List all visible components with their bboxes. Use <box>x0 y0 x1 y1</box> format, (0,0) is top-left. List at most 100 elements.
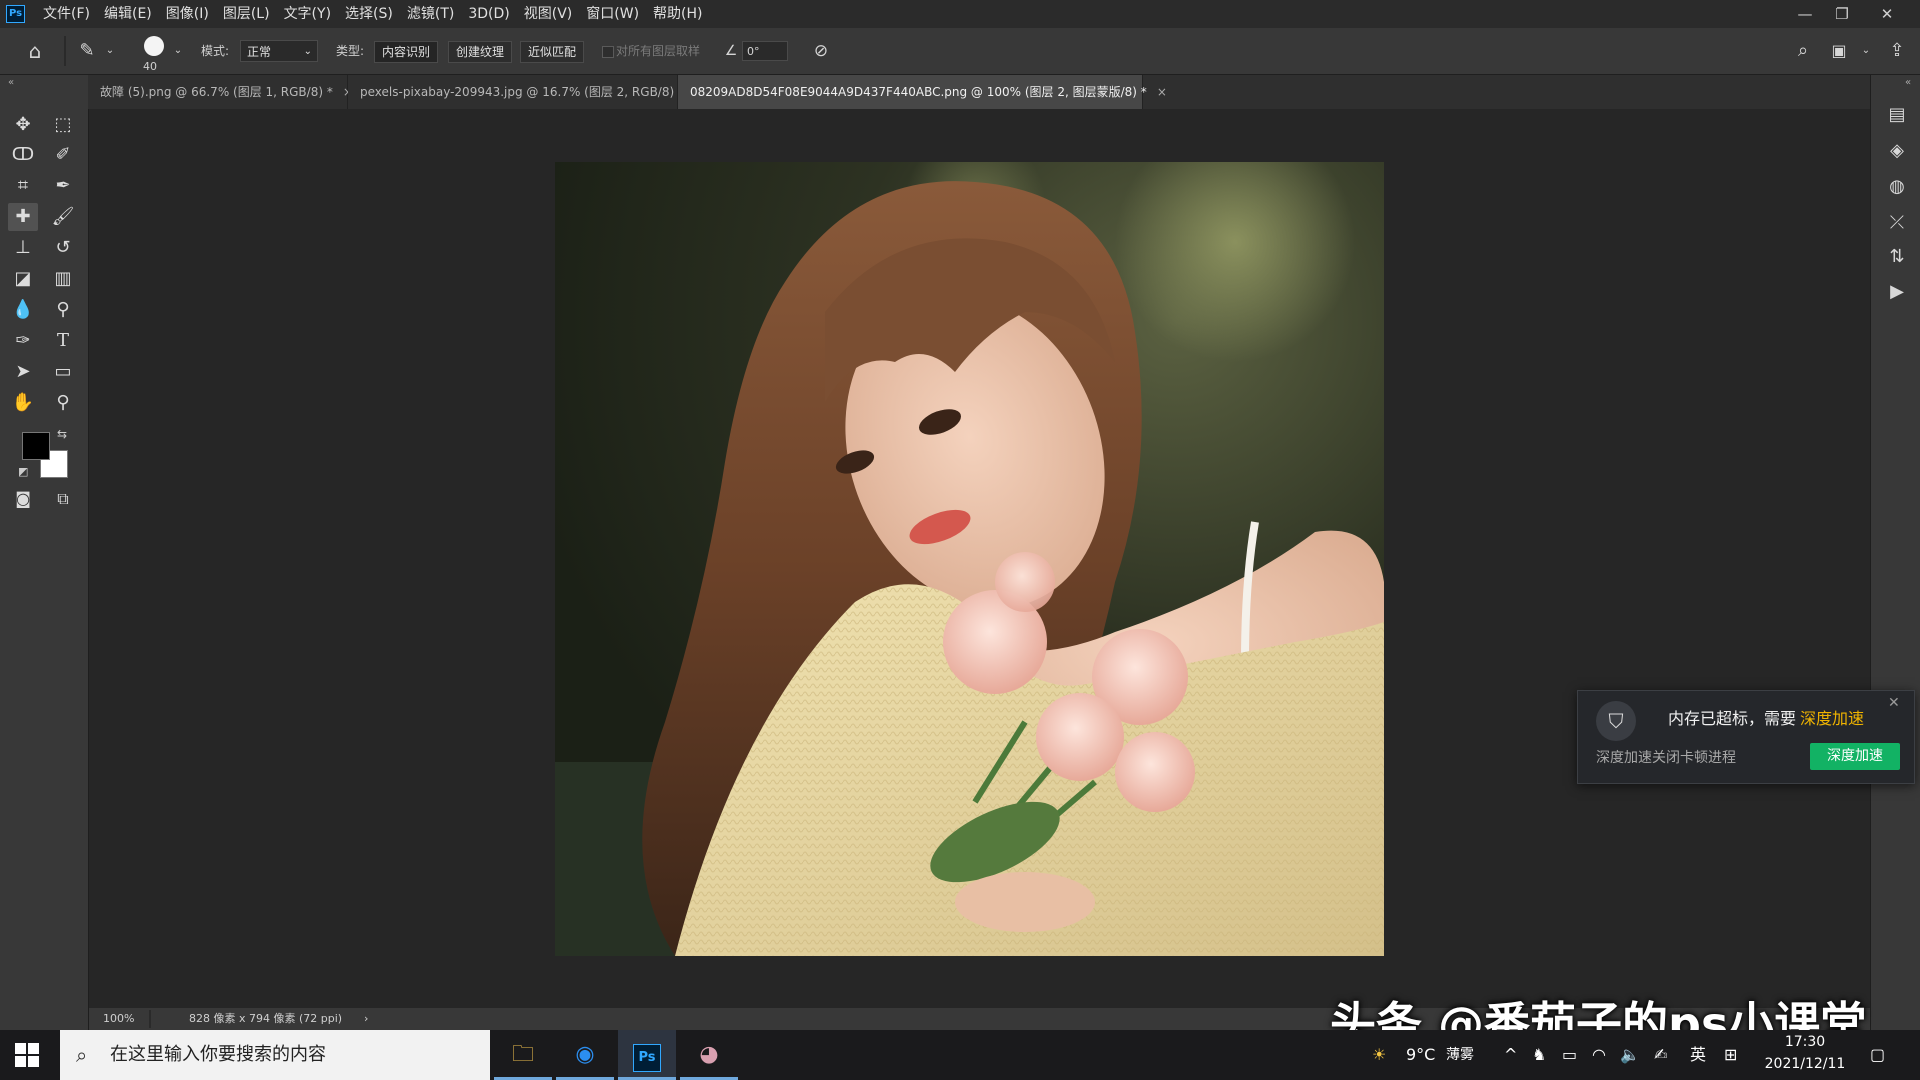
menu-view[interactable]: 视图(V) <box>517 0 580 28</box>
create-texture-button[interactable]: 创建纹理 <box>448 41 513 63</box>
quick-selection-tool-icon[interactable]: ✐ <box>48 141 78 169</box>
tab-label: pexels-pixabay-209943.jpg @ 16.7% (图层 2,… <box>360 85 684 99</box>
sample-all-layers-checkbox[interactable] <box>602 46 614 58</box>
menu-help[interactable]: 帮助(H) <box>646 0 709 28</box>
wifi-icon[interactable]: ◠ <box>1592 1030 1606 1080</box>
menu-3d[interactable]: 3D(D) <box>461 0 516 28</box>
tab-document-3[interactable]: 08209AD8D54F08E9044A9D437F440ABC.png @ 1… <box>678 75 1167 109</box>
input-language[interactable]: 英 <box>1690 1030 1706 1080</box>
clone-stamp-tool-icon[interactable]: ⊥ <box>8 234 38 262</box>
type-label: 类型: <box>336 44 365 58</box>
actions-play-icon[interactable]: ▶ <box>1883 278 1911 306</box>
taskbar-search-input[interactable]: ⌕ 在这里输入你要搜索的内容 <box>60 1030 490 1080</box>
healing-brush-tool-icon[interactable]: ✚ <box>8 203 38 231</box>
sogou-browser-icon[interactable]: ◉ <box>556 1030 614 1080</box>
photoshop-taskbar-icon[interactable]: Ps <box>618 1030 676 1080</box>
tab-label: 08209AD8D54F08E9044A9D437F440ABC.png @ 1… <box>690 85 1147 99</box>
dodge-tool-icon[interactable]: ⚲ <box>48 296 78 324</box>
share-icon[interactable]: ⇪ <box>1884 38 1910 64</box>
brush-tool-icon[interactable]: 🖌 <box>48 203 78 231</box>
volume-icon[interactable]: 🔈 <box>1620 1030 1640 1080</box>
tab-document-2[interactable]: pexels-pixabay-209943.jpg @ 16.7% (图层 2,… <box>348 75 704 109</box>
menu-edit[interactable]: 编辑(E) <box>97 0 159 28</box>
default-colors-icon[interactable]: ◩ <box>18 465 28 478</box>
crop-tool-icon[interactable]: ⌗ <box>8 172 38 200</box>
document-image[interactable] <box>555 162 1384 956</box>
menu-type[interactable]: 文字(Y) <box>277 0 338 28</box>
popup-subtext: 深度加速关闭卡顿进程 <box>1596 750 1736 766</box>
move-tool-icon[interactable]: ✥ <box>8 111 38 139</box>
marquee-tool-icon[interactable]: ⬚ <box>48 111 78 139</box>
menu-filter[interactable]: 滤镜(T) <box>400 0 461 28</box>
photo-app-icon[interactable]: ◕ <box>680 1030 738 1080</box>
weather-desc[interactable]: 薄雾 <box>1446 1030 1474 1080</box>
rectangle-tool-icon[interactable]: ▭ <box>48 358 78 386</box>
menu-items: 文件(F) 编辑(E) 图像(I) 图层(L) 文字(Y) 选择(S) 滤镜(T… <box>36 0 710 28</box>
divider <box>64 36 66 66</box>
zoom-level[interactable]: 100% <box>103 1008 134 1030</box>
chevron-down-icon[interactable]: ⌄ <box>1860 38 1872 64</box>
clock-time[interactable]: 17:30 <box>1760 1034 1850 1050</box>
foreground-color-swatch[interactable] <box>22 432 50 460</box>
history-brush-tool-icon[interactable]: ↺ <box>48 234 78 262</box>
menu-image[interactable]: 图像(I) <box>159 0 216 28</box>
swap-colors-icon[interactable]: ⇆ <box>57 427 67 441</box>
pressure-size-icon[interactable]: ⊘ <box>808 38 834 64</box>
search-icon: ⌕ <box>76 1043 88 1067</box>
chevron-down-icon[interactable]: ⌄ <box>104 38 116 64</box>
menu-select[interactable]: 选择(S) <box>338 0 400 28</box>
content-aware-button[interactable]: 内容识别 <box>374 41 439 63</box>
home-icon[interactable]: ⌂ <box>20 38 50 64</box>
eyedropper-tool-icon[interactable]: ✒ <box>48 172 78 200</box>
proximity-match-button[interactable]: 近似匹配 <box>520 41 585 63</box>
status-menu-arrow-icon[interactable]: › <box>364 1008 368 1030</box>
angle-input[interactable]: 0° <box>742 41 788 61</box>
learn-panel-icon[interactable]: ▤ <box>1883 101 1911 129</box>
screen-mode-icon[interactable]: ⧉ <box>48 485 78 513</box>
pen-tool-icon[interactable]: ✑ <box>8 327 38 355</box>
layers-panel-icon[interactable]: ◈ <box>1883 137 1911 165</box>
chevron-down-icon[interactable]: ⌄ <box>172 38 184 64</box>
adjustments-panel-icon[interactable]: ⇅ <box>1883 243 1911 271</box>
collapse-arrows-icon[interactable]: « <box>8 77 14 88</box>
type-tool-icon[interactable]: T <box>48 327 78 355</box>
windows-start-icon[interactable] <box>14 1042 40 1068</box>
hand-tool-icon[interactable]: ✋ <box>8 389 38 417</box>
tab-document-1[interactable]: 故障 (5).png @ 66.7% (图层 1, RGB/8) *× <box>88 75 353 109</box>
search-icon[interactable]: ⌕ <box>1790 38 1816 64</box>
collapse-arrows-icon[interactable]: « <box>1905 77 1911 88</box>
clock-date[interactable]: 2021/12/11 <box>1760 1056 1850 1072</box>
gradient-tool-icon[interactable]: ▥ <box>48 265 78 293</box>
blur-tool-icon[interactable]: 💧 <box>8 296 38 324</box>
eraser-tool-icon[interactable]: ◪ <box>8 265 38 293</box>
notification-icon[interactable]: ▢ <box>1870 1030 1885 1080</box>
zoom-tool-icon[interactable]: ⚲ <box>48 389 78 417</box>
workspace-icon[interactable]: ▣ <box>1826 38 1852 64</box>
input-mode-icon[interactable]: ⊞ <box>1724 1030 1737 1080</box>
path-selection-tool-icon[interactable]: ➤ <box>8 358 38 386</box>
close-icon[interactable]: × <box>1157 85 1167 99</box>
menu-layer[interactable]: 图层(L) <box>216 0 277 28</box>
close-icon[interactable]: ✕ <box>1888 695 1900 711</box>
mode-select[interactable]: 正常 ⌄ <box>240 40 318 62</box>
minimize-button[interactable]: — <box>1785 0 1825 28</box>
file-explorer-icon[interactable]: 🗀 <box>494 1030 552 1080</box>
pen-icon[interactable]: ✍ <box>1654 1030 1667 1080</box>
restore-button[interactable]: ❐ <box>1822 0 1862 28</box>
battery-icon[interactable]: ▭ <box>1562 1030 1577 1080</box>
boost-button[interactable]: 深度加速 <box>1810 743 1900 770</box>
close-window-button[interactable]: ✕ <box>1867 0 1907 28</box>
menu-file[interactable]: 文件(F) <box>36 0 97 28</box>
document-info: 828 像素 x 794 像素 (72 ppi) <box>189 1012 343 1025</box>
tray-app-icon[interactable]: ♞ <box>1532 1030 1546 1080</box>
paths-panel-icon[interactable]: ⤫ <box>1883 209 1911 237</box>
channels-panel-icon[interactable]: ◍ <box>1883 173 1911 201</box>
quick-mask-icon[interactable]: ◙ <box>8 485 38 513</box>
popup-highlight[interactable]: 深度加速 <box>1800 709 1864 728</box>
healing-brush-preset-icon[interactable]: ✎ <box>74 38 100 64</box>
photoshop-logo-icon: Ps <box>633 1044 661 1072</box>
lasso-tool-icon[interactable]: ↀ <box>8 141 38 169</box>
chevron-up-icon[interactable]: ^ <box>1504 1030 1517 1080</box>
weather-temp[interactable]: 9°C <box>1406 1030 1435 1080</box>
menu-window[interactable]: 窗口(W) <box>579 0 646 28</box>
